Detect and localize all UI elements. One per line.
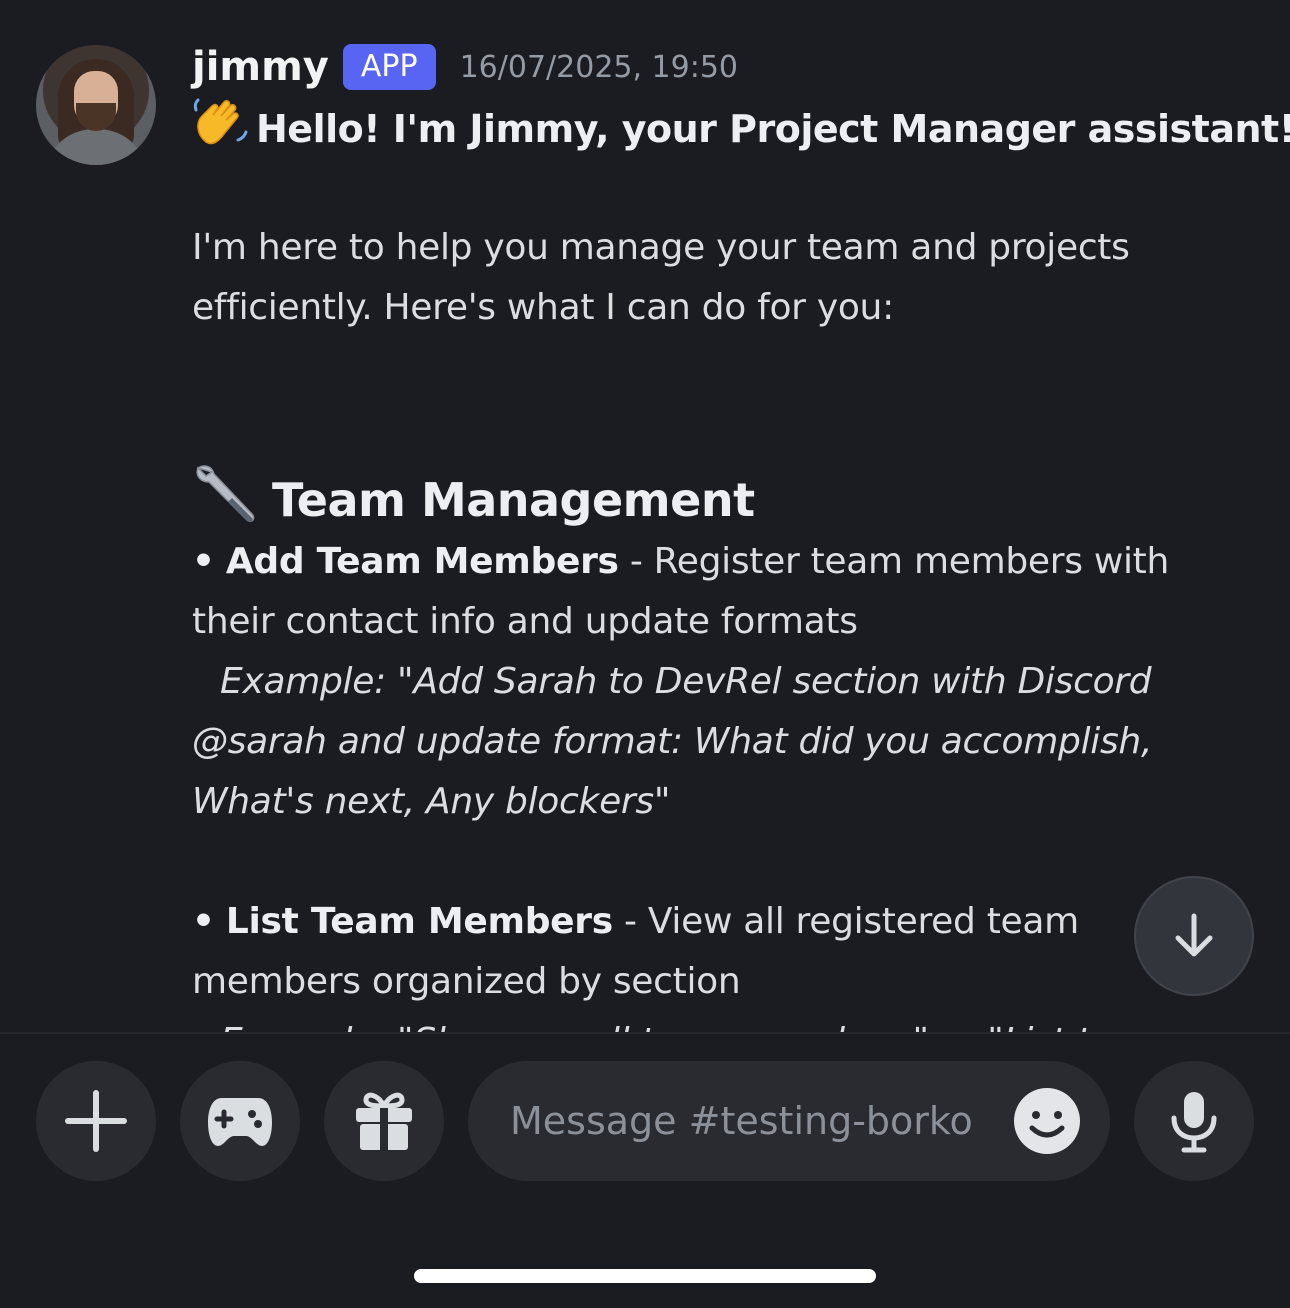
greeting-text: Hello! I'm Jimmy, your Project Manager a… [256, 107, 1290, 151]
apps-button[interactable] [180, 1061, 300, 1181]
item-title: Add Team Members [225, 541, 619, 582]
item-description: - Register team members with [618, 541, 1170, 582]
user-avatar[interactable] [36, 45, 156, 165]
username[interactable]: jimmy [192, 44, 329, 90]
add-attachment-button[interactable] [36, 1061, 156, 1181]
message-timestamp: 16/07/2025, 19:50 [459, 49, 739, 85]
arrow-down-icon [1175, 913, 1213, 957]
plus-icon [65, 1090, 127, 1152]
intro-line-2: efficiently. Here's what I can do for yo… [192, 287, 894, 328]
list-item: • Add Team Members - Register team membe… [192, 532, 1262, 592]
message-input-placeholder: Message #testing-borko [510, 1099, 973, 1143]
section-heading-line: Team Management [192, 462, 1262, 532]
home-indicator[interactable] [414, 1269, 876, 1283]
waving-hand-icon [192, 96, 248, 168]
item-example: Example: "Add Sarah to DevRel section wi… [220, 661, 1152, 702]
item-description-cont: members organized by section [192, 961, 741, 1002]
composer-divider [0, 1032, 1290, 1034]
bullet: • [192, 901, 215, 942]
item-example-cont: What's next, Any blockers" [192, 781, 671, 822]
item-description-cont: their contact info and update formats [192, 601, 858, 642]
item-title: List Team Members [225, 901, 613, 942]
gift-button[interactable] [324, 1061, 444, 1181]
message-header: jimmy APP 16/07/2025, 19:50 [192, 38, 738, 96]
greeting-line: Hello! I'm Jimmy, your Project Manager a… [192, 96, 1290, 158]
bullet: • [192, 541, 215, 582]
voice-message-button[interactable] [1134, 1061, 1254, 1181]
message-list: jimmy APP 16/07/2025, 19:50 Hello! I'm J… [0, 0, 1290, 1032]
section-heading: Team Management [272, 473, 755, 527]
emoji-picker-button[interactable] [1014, 1088, 1080, 1154]
item-example-cont: @sarah and update format: What did you a… [192, 721, 1153, 762]
item-description: - View all registered team [612, 901, 1079, 942]
intro-line-1: I'm here to help you manage your team an… [192, 227, 1130, 268]
gift-icon [356, 1092, 412, 1150]
app-badge: APP [342, 44, 436, 90]
list-item: • List Team Members - View all registere… [192, 892, 1262, 952]
microphone-icon [1171, 1092, 1217, 1153]
smile-icon [1029, 1111, 1065, 1138]
scroll-to-bottom-button[interactable] [1134, 876, 1254, 996]
item-example: Example: "Show me all team members" or "… [192, 1012, 1262, 1032]
gamepad-icon [208, 1098, 272, 1146]
message-content: Hello! I'm Jimmy, your Project Manager a… [192, 96, 1290, 1032]
